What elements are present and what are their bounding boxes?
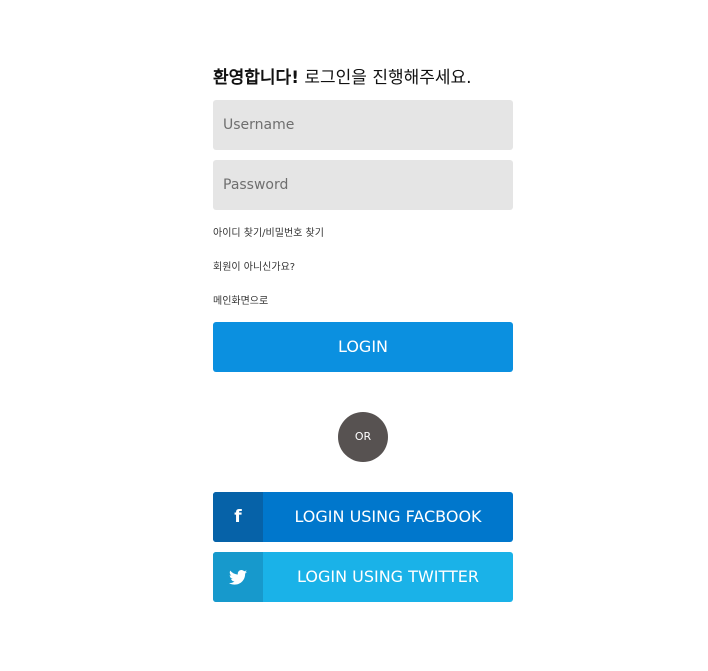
twitter-icon-cell bbox=[213, 552, 263, 602]
login-button[interactable]: LOGIN bbox=[213, 322, 513, 372]
signup-link[interactable]: 회원이 아니신가요? bbox=[213, 261, 513, 275]
or-divider: OR bbox=[338, 412, 388, 462]
twitter-login-button[interactable]: LOGIN USING TWITTER bbox=[213, 552, 513, 602]
login-form: 환영합니다! 로그인을 진행해주세요. 아이디 찾기/비밀번호 찾기 회원이 아… bbox=[213, 62, 513, 602]
welcome-heading: 환영합니다! 로그인을 진행해주세요. bbox=[213, 62, 513, 94]
facebook-icon: f bbox=[234, 507, 242, 527]
facebook-login-button[interactable]: f LOGIN USING FACBOOK bbox=[213, 492, 513, 542]
twitter-icon bbox=[229, 569, 247, 585]
twitter-login-label: LOGIN USING TWITTER bbox=[297, 567, 479, 586]
login-instruction: 로그인을 진행해주세요. bbox=[304, 68, 472, 88]
facebook-login-label: LOGIN USING FACBOOK bbox=[294, 507, 482, 526]
facebook-icon-cell: f bbox=[213, 492, 263, 542]
welcome-text: 환영합니다! bbox=[213, 68, 299, 88]
password-input[interactable] bbox=[213, 160, 513, 210]
username-input[interactable] bbox=[213, 100, 513, 150]
main-page-link[interactable]: 메인화면으로 bbox=[213, 295, 513, 309]
find-account-link[interactable]: 아이디 찾기/비밀번호 찾기 bbox=[213, 227, 513, 241]
